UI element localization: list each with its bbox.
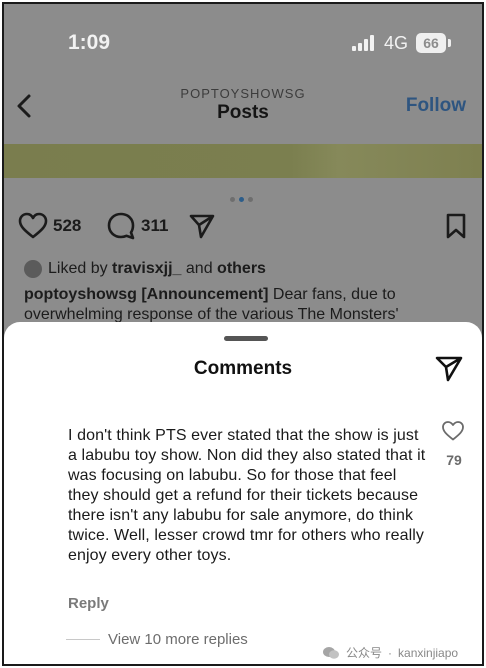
- carousel-dot: [248, 197, 253, 202]
- network-type: 4G: [384, 33, 409, 53]
- post-actions: 528 311: [18, 210, 468, 242]
- follow-button[interactable]: Follow: [406, 95, 466, 117]
- carousel-dot: [230, 197, 235, 202]
- liked-by-prefix: Liked by: [48, 260, 108, 277]
- reply-button[interactable]: Reply: [68, 595, 109, 612]
- status-bar: 1:09 4G 66: [4, 4, 482, 74]
- replies-divider: [66, 639, 100, 640]
- signal-icon: [352, 35, 374, 51]
- screenshot-frame: 1:09 4G 66 POPTOYSHOWSG Posts Follow 528…: [2, 2, 484, 666]
- watermark-source: 公众号: [346, 646, 383, 660]
- watermark-separator: ·: [388, 645, 393, 660]
- like-count: 528: [53, 216, 82, 235]
- liked-by-others[interactable]: others: [217, 260, 266, 278]
- status-time: 1:09: [68, 31, 111, 54]
- watermark-account: kanxinjiapo: [398, 645, 459, 660]
- liked-by-user[interactable]: travisxjj_: [112, 260, 181, 278]
- liker-avatar: [24, 260, 42, 278]
- heart-icon[interactable]: [18, 212, 48, 240]
- comment-like-count: 79: [446, 452, 462, 468]
- comments-title: Comments: [193, 358, 293, 379]
- carousel-dots: [230, 189, 257, 202]
- share-send-icon[interactable]: [434, 353, 464, 383]
- caption-username[interactable]: poptoyshowsg: [24, 286, 137, 303]
- comment-count: 311: [141, 216, 169, 235]
- carousel-dot-active: [239, 197, 244, 202]
- send-action[interactable]: [188, 210, 216, 242]
- like-action[interactable]: 528: [18, 210, 81, 242]
- battery-tip: [448, 39, 451, 47]
- comment-action[interactable]: 311: [106, 210, 168, 242]
- send-icon[interactable]: [188, 212, 216, 240]
- save-action[interactable]: [444, 210, 468, 242]
- liked-by-mid: and: [185, 260, 213, 277]
- comment-bubble-icon[interactable]: [106, 211, 136, 241]
- like-heart-icon[interactable]: [441, 419, 465, 443]
- watermark: 公众号 · kanxinjiapo: [322, 644, 458, 661]
- liked-by-line: Liked by travisxjj_ and others: [24, 260, 266, 278]
- wechat-icon: [323, 646, 339, 659]
- caption-tag: [Announcement]: [141, 286, 269, 303]
- drag-handle[interactable]: [224, 336, 268, 341]
- comment-text: I don't think PTS ever stated that the s…: [68, 427, 426, 564]
- post-caption: poptoyshowsg [Announcement] Dear fans, d…: [24, 285, 464, 325]
- post-image[interactable]: [4, 144, 482, 178]
- view-more-replies-button[interactable]: View 10 more replies: [108, 631, 248, 648]
- battery-indicator: 66: [416, 33, 446, 53]
- comments-sheet: Comments I don't think PTS ever stated t…: [4, 322, 482, 664]
- bookmark-icon[interactable]: [444, 212, 468, 240]
